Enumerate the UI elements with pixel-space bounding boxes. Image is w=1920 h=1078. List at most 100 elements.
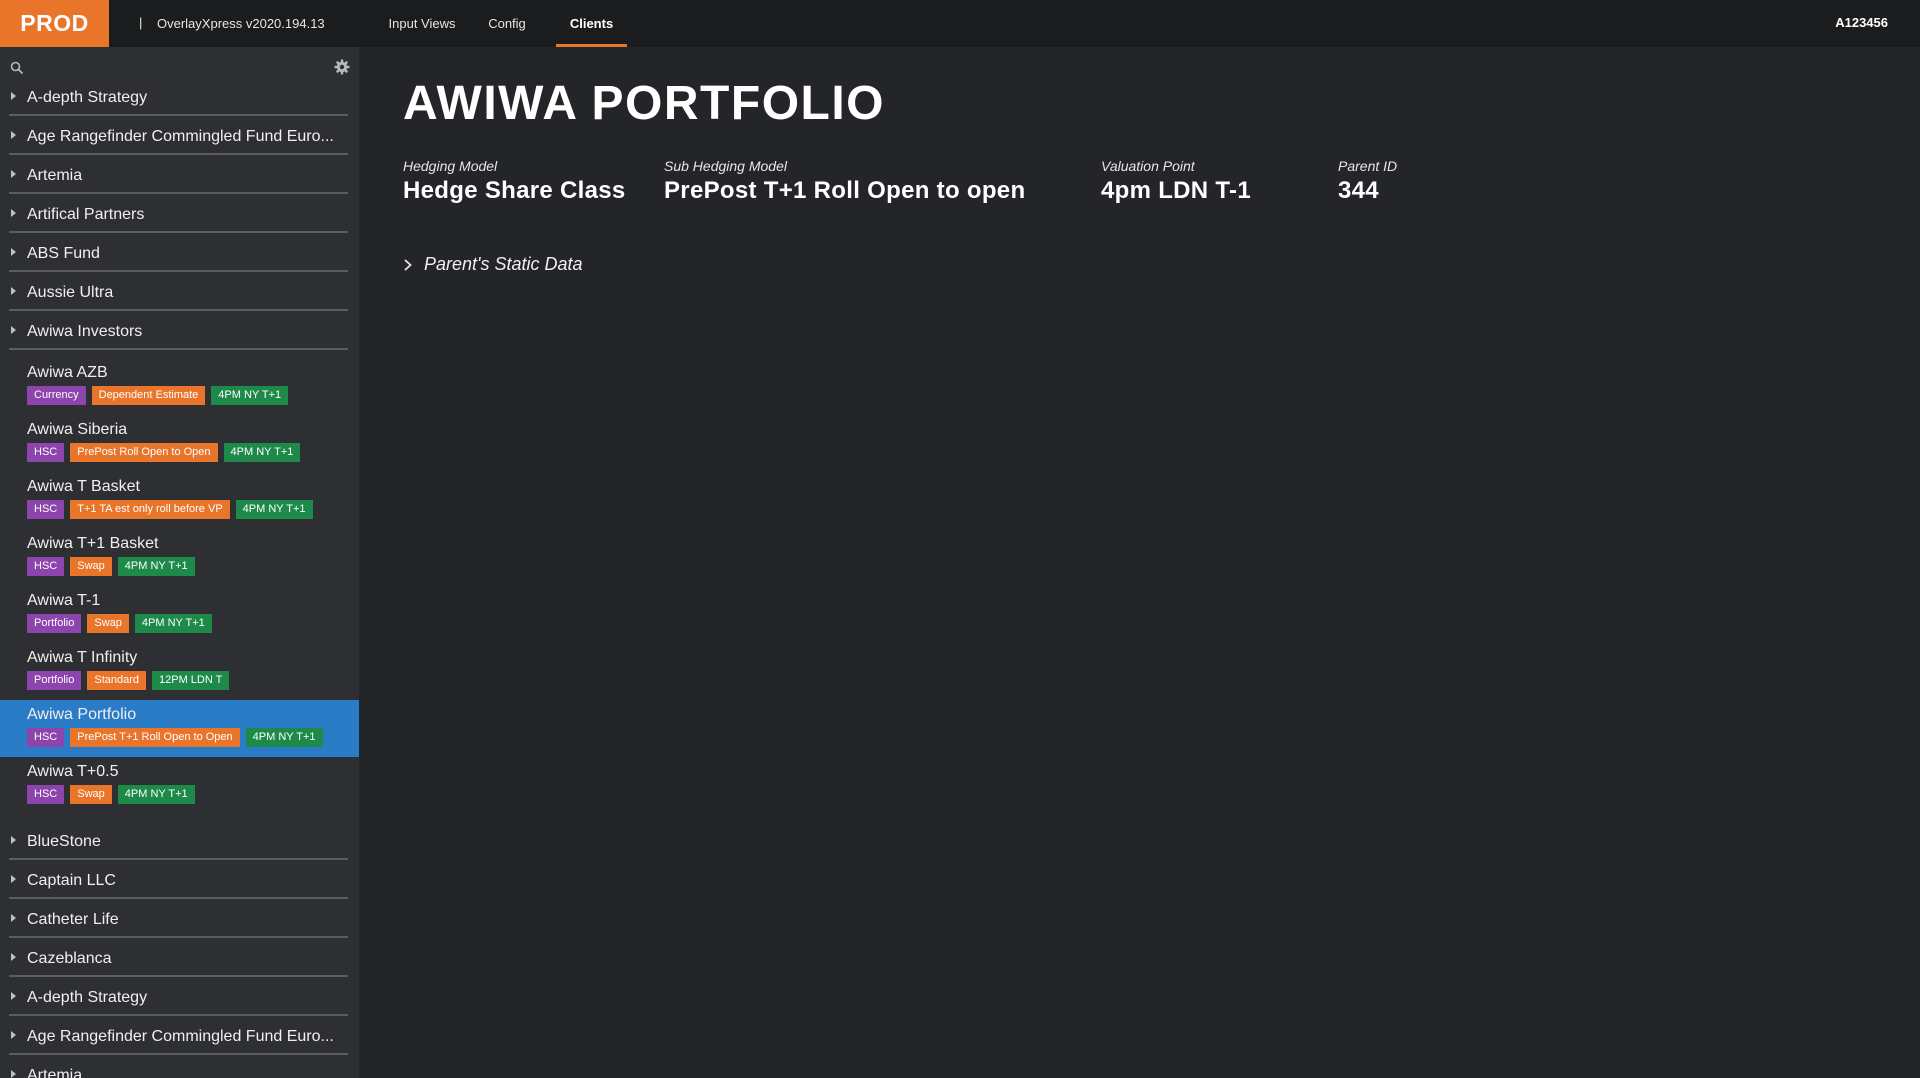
client-group-label: Artemia — [27, 167, 83, 184]
fund-item[interactable]: Awiwa T-1 Portfolio Swap 4PM NY T+1 — [0, 586, 359, 643]
tag-row: Portfolio Standard 12PM LDN T — [27, 671, 230, 690]
fund-name: Awiwa T Basket — [27, 478, 140, 495]
field-value: Hedge Share Class — [403, 177, 626, 204]
parent-static-data-expander[interactable]: Parent's Static Data — [403, 254, 583, 275]
tag-row: Currency Dependent Estimate 4PM NY T+1 — [27, 386, 289, 405]
fund-item[interactable]: Awiwa AZB Currency Dependent Estimate 4P… — [0, 358, 359, 415]
user-id[interactable]: A123456 — [1835, 15, 1888, 30]
client-group-label: Awiwa Investors — [27, 323, 143, 340]
hedging-model-tag: HSC — [27, 728, 65, 747]
caret-right-icon — [11, 1070, 16, 1078]
valuation-tag: 12PM LDN T — [152, 671, 230, 690]
caret-right-icon — [11, 248, 16, 256]
fund-item[interactable]: Awiwa T Basket HSC T+1 TA est only roll … — [0, 472, 359, 529]
caret-right-icon — [11, 836, 16, 844]
search-row — [0, 47, 359, 77]
client-group-label: A-depth Strategy — [27, 989, 148, 1006]
field-label: Parent ID — [1338, 158, 1398, 174]
caret-right-icon — [11, 287, 16, 295]
client-group-label: ABS Fund — [27, 245, 100, 262]
tab-clients[interactable]: Clients — [556, 0, 627, 47]
tag-row: HSC Swap 4PM NY T+1 — [27, 785, 195, 804]
hedging-model-tag: HSC — [27, 785, 65, 804]
client-group-item[interactable]: Catheter Life — [9, 899, 348, 938]
client-group-item[interactable]: Aussie Ultra — [9, 272, 348, 311]
field-label: Sub Hedging Model — [664, 158, 787, 174]
fund-list: Awiwa AZB Currency Dependent Estimate 4P… — [0, 350, 359, 821]
caret-right-icon — [11, 209, 16, 217]
client-group-item[interactable]: Captain LLC — [9, 860, 348, 899]
caret-right-icon — [11, 914, 16, 922]
fund-name: Awiwa Siberia — [27, 421, 128, 438]
page-title: AWIWA PORTFOLIO — [403, 77, 886, 130]
valuation-tag: 4PM NY T+1 — [134, 614, 212, 633]
client-group-item[interactable]: Artemia — [9, 155, 348, 194]
gear-icon[interactable] — [334, 59, 350, 75]
env-badge: PROD — [0, 0, 109, 47]
client-group-label: Cazeblanca — [27, 950, 112, 967]
client-group-label: Artifical Partners — [27, 206, 145, 223]
client-group-label: Artemia — [27, 1067, 83, 1078]
tag-row: HSC T+1 TA est only roll before VP 4PM N… — [27, 500, 313, 519]
search-input[interactable] — [30, 55, 320, 75]
hedging-model-tag: HSC — [27, 557, 65, 576]
caret-right-icon — [11, 326, 16, 334]
fund-item[interactable]: Awiwa T+1 Basket HSC Swap 4PM NY T+1 — [0, 529, 359, 586]
app-version: OverlayXpress v2020.194.13 — [157, 16, 325, 31]
valuation-tag: 4PM NY T+1 — [117, 785, 195, 804]
client-group-label: Age Rangefinder Commingled Fund Euro... — [27, 1028, 334, 1045]
client-group-item[interactable]: Artemia — [9, 1055, 348, 1078]
sub-hedging-model-field: Sub Hedging Model PrePost T+1 Roll Open … — [664, 158, 1025, 205]
sub-model-tag: Swap — [70, 785, 112, 804]
tab-config[interactable]: Config — [481, 0, 533, 47]
fund-name: Awiwa T-1 — [27, 592, 101, 609]
valuation-tag: 4PM NY T+1 — [245, 728, 323, 747]
tag-row: HSC Swap 4PM NY T+1 — [27, 557, 195, 576]
valuation-tag: 4PM NY T+1 — [235, 500, 313, 519]
field-label: Hedging Model — [403, 158, 498, 174]
hedging-model-tag: HSC — [27, 500, 65, 519]
client-group-label: Catheter Life — [27, 911, 119, 928]
valuation-tag: 4PM NY T+1 — [211, 386, 289, 405]
tab-input-views[interactable]: Input Views — [386, 0, 458, 47]
client-group-item[interactable]: Cazeblanca — [9, 938, 348, 977]
client-group-item[interactable]: A-depth Strategy — [9, 977, 348, 1016]
caret-right-icon — [11, 92, 16, 100]
field-label: Valuation Point — [1101, 158, 1195, 174]
hedging-model-tag: Portfolio — [27, 671, 82, 690]
valuation-tag: 4PM NY T+1 — [117, 557, 195, 576]
valuation-tag: 4PM NY T+1 — [223, 443, 301, 462]
client-group-label: Age Rangefinder Commingled Fund Euro... — [27, 128, 334, 145]
client-group-label: Aussie Ultra — [27, 284, 114, 301]
expander-label: Parent's Static Data — [424, 254, 583, 274]
sub-model-tag: Swap — [87, 614, 129, 633]
client-group-label: A-depth Strategy — [27, 89, 148, 106]
client-group-item[interactable]: Age Rangefinder Commingled Fund Euro... — [9, 1016, 348, 1055]
client-group-item[interactable]: ABS Fund — [9, 233, 348, 272]
client-group-item[interactable]: BlueStone — [9, 821, 348, 860]
field-value: PrePost T+1 Roll Open to open — [664, 177, 1026, 204]
top-bar: PROD | OverlayXpress v2020.194.13 Input … — [0, 0, 1920, 47]
search-icon — [10, 61, 24, 75]
fund-name: Awiwa T+1 Basket — [27, 535, 159, 552]
parent-id-field: Parent ID 344 — [1338, 158, 1397, 205]
client-group-item[interactable]: Artifical Partners — [9, 194, 348, 233]
sub-model-tag: PrePost T+1 Roll Open to Open — [70, 728, 240, 747]
client-group-item[interactable]: Age Rangefinder Commingled Fund Euro... — [9, 116, 348, 155]
client-group-item[interactable]: A-depth Strategy — [9, 77, 348, 116]
fund-item[interactable]: Awiwa T+0.5 HSC Swap 4PM NY T+1 — [0, 757, 359, 814]
fund-item-selected[interactable]: Awiwa Portfolio HSC PrePost T+1 Roll Ope… — [0, 700, 359, 757]
hedging-model-field: Hedging Model Hedge Share Class — [403, 158, 626, 205]
chevron-right-icon — [404, 258, 412, 271]
client-group-label: Captain LLC — [27, 872, 116, 889]
fund-item[interactable]: Awiwa T Infinity Portfolio Standard 12PM… — [0, 643, 359, 700]
tag-row: HSC PrePost T+1 Roll Open to Open 4PM NY… — [27, 728, 323, 747]
fund-item[interactable]: Awiwa Siberia HSC PrePost Roll Open to O… — [0, 415, 359, 472]
valuation-point-field: Valuation Point 4pm LDN T-1 — [1101, 158, 1251, 205]
sub-model-tag: PrePost Roll Open to Open — [70, 443, 218, 462]
caret-right-icon — [11, 131, 16, 139]
sub-model-tag: T+1 TA est only roll before VP — [70, 500, 230, 519]
fund-name: Awiwa AZB — [27, 364, 108, 381]
caret-right-icon — [11, 875, 16, 883]
client-group-item[interactable]: Awiwa Investors — [9, 311, 348, 350]
